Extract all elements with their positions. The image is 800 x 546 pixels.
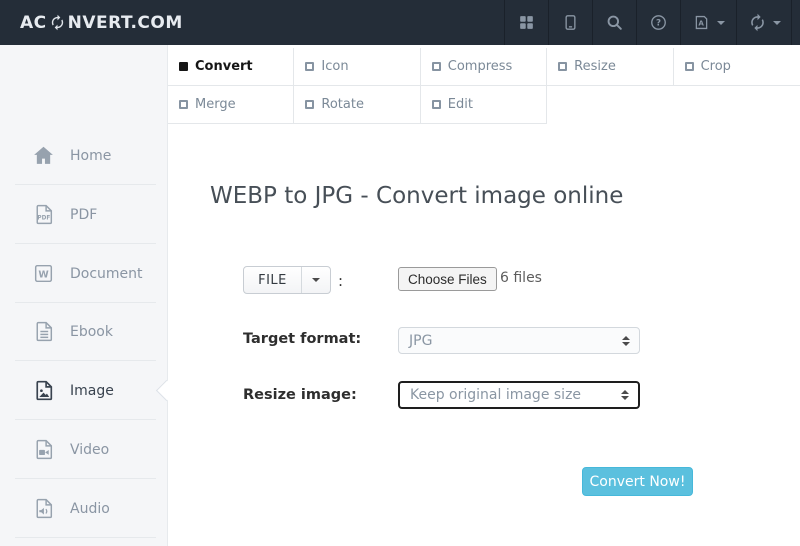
checkbox-filled-icon	[179, 62, 188, 71]
resize-image-select[interactable]: Keep original image size	[398, 381, 640, 409]
logo-text-prefix: AC	[20, 12, 47, 33]
file-source-label: FILE	[258, 272, 287, 288]
sidebar: Home PDF PDF W Document Ebook Image Vide…	[0, 45, 178, 546]
sidebar-item-label: PDF	[70, 206, 98, 223]
files-count-text: 6 files	[500, 270, 542, 286]
select-arrows-icon	[621, 390, 629, 400]
sidebar-item-home[interactable]: Home	[0, 126, 168, 185]
checkbox-empty-icon	[179, 100, 188, 109]
tab-label: Icon	[321, 59, 349, 74]
home-icon	[34, 146, 53, 164]
word-file-icon: W	[34, 264, 53, 283]
help-button[interactable]: ?	[636, 0, 680, 45]
refresh-menu-button[interactable]	[736, 0, 792, 45]
ebook-file-icon	[36, 321, 53, 342]
sidebar-item-video[interactable]: Video	[0, 420, 168, 479]
checkbox-empty-icon	[684, 62, 694, 71]
tab-label: Edit	[447, 97, 473, 112]
tab-label: Compress	[447, 59, 513, 74]
sidebar-item-label: Home	[70, 147, 112, 164]
tab-edit[interactable]: Edit	[420, 86, 548, 124]
logo-text-suffix: NVERT.COM	[67, 12, 183, 33]
svg-text:PDF: PDF	[37, 216, 50, 222]
language-icon: A	[695, 15, 708, 30]
apps-grid-icon	[520, 16, 533, 29]
sidebar-item-pdf[interactable]: PDF PDF	[0, 185, 168, 244]
sidebar-item-label: Image	[70, 382, 114, 399]
language-menu-button[interactable]: A	[680, 0, 736, 45]
file-row-separator: :	[338, 272, 344, 290]
target-format-label: Target format:	[243, 331, 362, 347]
category-tabs: Convert Icon Compress Resize Crop Merge …	[168, 48, 800, 124]
sync-icon	[51, 14, 63, 31]
page-title: WEBP to JPG - Convert image online	[210, 183, 624, 209]
sidebar-item-image[interactable]: Image	[0, 361, 168, 420]
tab-label: Rotate	[321, 97, 364, 112]
target-format-value: JPG	[409, 332, 433, 349]
site-logo[interactable]: AC NVERT.COM	[0, 13, 183, 33]
audio-file-icon	[36, 498, 53, 519]
convert-now-button[interactable]: Convert Now!	[582, 467, 693, 496]
resize-image-label: Resize image:	[243, 387, 357, 403]
tab-label: Crop	[700, 59, 731, 74]
checkbox-empty-icon	[305, 100, 315, 109]
image-file-icon	[36, 380, 53, 401]
help-icon: ?	[651, 15, 666, 30]
tab-label: Merge	[195, 97, 236, 112]
top-header: AC NVERT.COM ? A	[0, 0, 800, 45]
chevron-down-icon	[312, 278, 320, 282]
tab-label: Resize	[574, 59, 616, 74]
target-format-select[interactable]: JPG	[398, 327, 640, 354]
choose-files-button[interactable]: Choose Files	[398, 267, 497, 291]
tab-rotate[interactable]: Rotate	[294, 86, 421, 124]
tab-icon[interactable]: Icon	[294, 48, 421, 86]
svg-text:W: W	[38, 270, 49, 281]
tab-merge[interactable]: Merge	[168, 86, 295, 124]
search-icon	[607, 15, 622, 30]
search-button[interactable]	[592, 0, 636, 45]
select-arrows-icon	[622, 335, 630, 346]
svg-text:?: ?	[656, 19, 661, 29]
tab-compress[interactable]: Compress	[420, 48, 548, 86]
sidebar-item-label: Video	[70, 441, 110, 458]
mobile-icon	[565, 15, 576, 30]
video-file-icon	[36, 439, 53, 460]
refresh-icon	[750, 13, 764, 32]
tab-row-1: Convert Icon Compress Resize Crop	[168, 48, 800, 86]
checkbox-empty-icon	[305, 62, 315, 71]
tab-crop[interactable]: Crop	[673, 48, 800, 86]
sidebar-item-label: Ebook	[70, 323, 113, 340]
apps-grid-button[interactable]	[504, 0, 548, 45]
aconvert-page: AC NVERT.COM ? A Home PDF PDF W Document…	[0, 0, 800, 546]
tab-row-2: Merge Rotate Edit	[168, 86, 800, 124]
resize-image-value: Keep original image size	[410, 387, 582, 403]
pdf-file-icon: PDF	[36, 204, 53, 225]
sidebar-item-document[interactable]: W Document	[0, 244, 168, 303]
svg-text:A: A	[698, 18, 704, 27]
checkbox-empty-icon	[431, 62, 441, 71]
sidebar-item-ebook[interactable]: Ebook	[0, 302, 168, 361]
file-source-dropdown[interactable]: FILE	[243, 266, 331, 294]
header-nav: ? A	[504, 0, 792, 45]
tab-resize[interactable]: Resize	[547, 48, 674, 86]
chevron-down-icon	[772, 20, 781, 25]
sidebar-item-label: Document	[70, 265, 143, 282]
sidebar-item-label: Audio	[70, 500, 110, 517]
file-source-caret-section[interactable]	[301, 267, 330, 293]
sidebar-item-audio[interactable]: Audio	[0, 479, 168, 538]
mobile-button[interactable]	[548, 0, 592, 45]
tab-label: Convert	[195, 59, 253, 74]
checkbox-empty-icon	[431, 100, 441, 109]
tab-convert[interactable]: Convert	[168, 48, 295, 86]
chevron-down-icon	[717, 20, 725, 25]
checkbox-empty-icon	[558, 62, 568, 71]
